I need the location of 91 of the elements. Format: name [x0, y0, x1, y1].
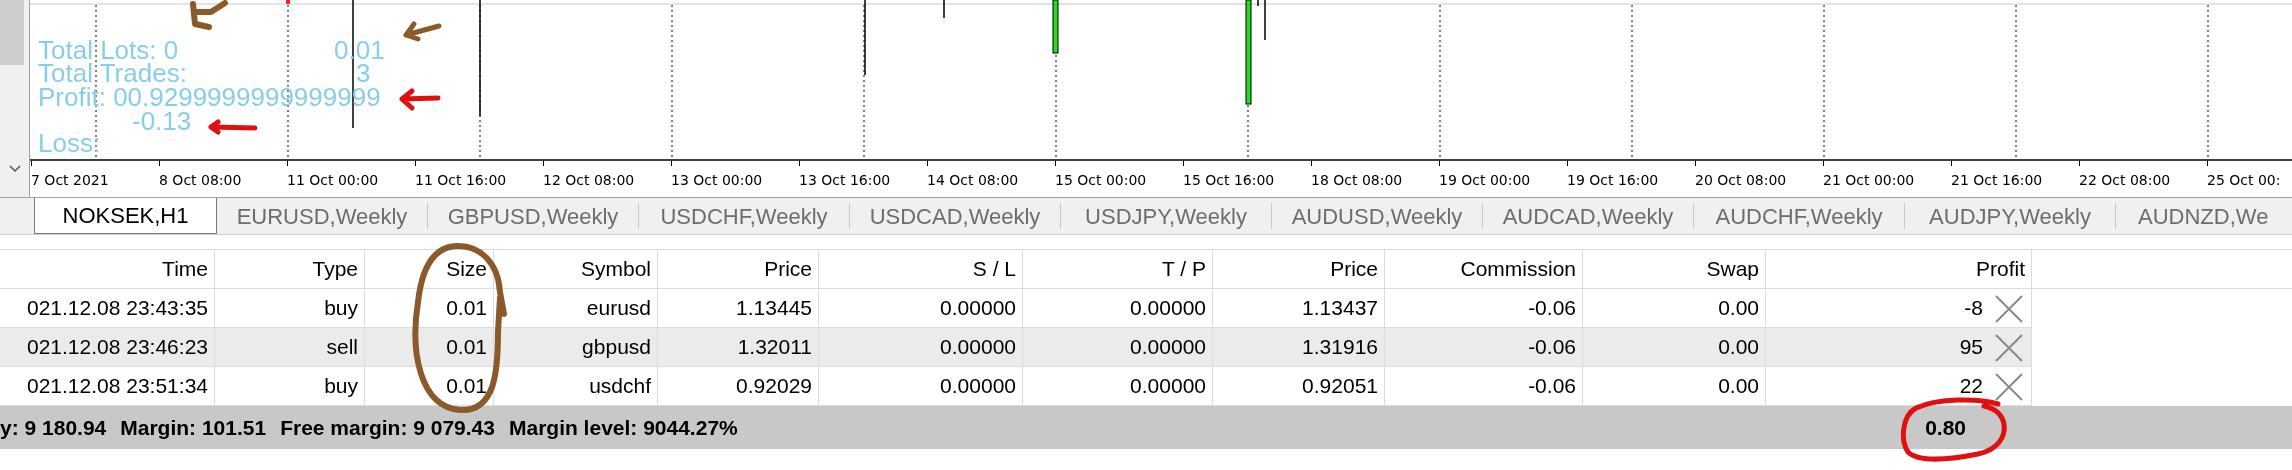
- table-cell: 0.00000: [1023, 367, 1213, 406]
- total-trades-label: Total Trades:: [38, 61, 187, 85]
- table-cell: 0.01: [365, 328, 494, 367]
- time-axis-label: 13 Oct 00:00: [671, 172, 763, 188]
- account-summary-item: Margin: 101.51: [120, 414, 267, 441]
- table-cell: buy: [215, 367, 365, 406]
- column-header[interactable]: Size: [365, 250, 494, 288]
- table-cell: 0.00000: [1023, 328, 1213, 367]
- table-cell: 0.00: [1583, 328, 1766, 367]
- annotation-arrow: [205, 119, 259, 135]
- table-cell: eurusd: [494, 289, 658, 328]
- chart-tab[interactable]: AUDNZD,We: [2116, 203, 2292, 229]
- loss-value: -0.13: [132, 109, 192, 133]
- time-axis-label: 14 Oct 08:00: [927, 172, 1019, 188]
- time-axis-label: 21 Oct 16:00: [1951, 172, 2043, 188]
- close-icon[interactable]: [1994, 372, 2024, 402]
- chart-tab[interactable]: USDJPY,Weekly: [1061, 203, 1272, 229]
- time-axis-label: 13 Oct 16:00: [799, 172, 891, 188]
- time-axis-label: 7 Oct 2021: [31, 172, 109, 188]
- table-cell: 021.12.08 23:46:23: [0, 328, 215, 367]
- column-header[interactable]: Symbol: [494, 250, 658, 288]
- column-header[interactable]: Time: [0, 250, 215, 288]
- chart-tab[interactable]: AUDJPY,Weekly: [1905, 203, 2116, 229]
- total-lots-label: Total Lots: 0: [38, 38, 179, 62]
- time-axis-label: 19 Oct 16:00: [1567, 172, 1659, 188]
- column-header[interactable]: Profit: [1766, 250, 2032, 288]
- total-profit: 0.80: [1925, 414, 1966, 441]
- account-summary-item: Margin level: 9044.27%: [508, 414, 738, 441]
- chart-tab[interactable]: EURUSD,Weekly: [217, 203, 428, 229]
- table-cell: 1.31916: [1213, 328, 1385, 367]
- account-summary-item: y: 9 180.94: [0, 414, 107, 441]
- table-cell: 1.13445: [658, 289, 819, 328]
- time-axis-label: 22 Oct 08:00: [2079, 172, 2171, 188]
- table-cell: 0.00000: [819, 289, 1023, 328]
- table-cell: -0.06: [1385, 328, 1583, 367]
- time-axis-label: 19 Oct 00:00: [1439, 172, 1531, 188]
- column-header[interactable]: Commission: [1385, 250, 1583, 288]
- column-header[interactable]: Type: [215, 250, 365, 288]
- loss-label: Loss:: [38, 131, 101, 155]
- table-cell: 0.01: [365, 289, 494, 328]
- table-cell: 0.00000: [819, 328, 1023, 367]
- column-header[interactable]: Price: [1213, 250, 1385, 288]
- chart-tab[interactable]: AUDCAD,Weekly: [1483, 203, 1694, 229]
- table-cell: sell: [215, 328, 365, 367]
- time-axis-label: 11 Oct 16:00: [415, 172, 507, 188]
- chart-tab[interactable]: AUDUSD,Weekly: [1272, 203, 1483, 229]
- table-cell: -8: [1766, 289, 2032, 328]
- table-cell: 1.32011: [658, 328, 819, 367]
- scrollbar-thumb[interactable]: [0, 0, 24, 65]
- table-cell: -0.06: [1385, 289, 1583, 328]
- table-cell: 0.00: [1583, 367, 1766, 406]
- time-axis-label: 12 Oct 08:00: [543, 172, 635, 188]
- table-cell: usdchf: [494, 367, 658, 406]
- table-cell: 021.12.08 23:43:35: [0, 289, 215, 328]
- chart-tab[interactable]: USDCAD,Weekly: [850, 203, 1061, 229]
- chart-tab[interactable]: GBPUSD,Weekly: [428, 203, 639, 229]
- time-axis-label: 8 Oct 08:00: [159, 172, 242, 188]
- table-cell: buy: [215, 289, 365, 328]
- table-cell: 0.00000: [819, 367, 1023, 406]
- time-axis-label: 25 Oct 00:: [2207, 172, 2281, 188]
- time-axis-label: 21 Oct 00:00: [1823, 172, 1915, 188]
- time-axis-label: 15 Oct 00:00: [1055, 172, 1147, 188]
- table-cell: -0.06: [1385, 367, 1583, 406]
- chart-tab[interactable]: NOKSEK,H1: [34, 198, 217, 234]
- column-header[interactable]: S / L: [819, 250, 1023, 288]
- annotation-arrow: [400, 18, 442, 42]
- column-header[interactable]: Price: [658, 250, 819, 288]
- table-cell: 0.00: [1583, 289, 1766, 328]
- total-trades-value: 3: [356, 61, 371, 85]
- chevron-down-icon[interactable]: [8, 165, 21, 173]
- column-header[interactable]: T / P: [1023, 250, 1213, 288]
- table-cell: 0.92029: [658, 367, 819, 406]
- column-header[interactable]: Swap: [1583, 250, 1766, 288]
- time-axis-label: 20 Oct 08:00: [1695, 172, 1787, 188]
- table-cell: 0.01: [365, 367, 494, 406]
- table-cell: 021.12.08 23:51:34: [0, 367, 215, 406]
- chart-tab[interactable]: AUDCHF,Weekly: [1694, 203, 1905, 229]
- time-axis-label: 15 Oct 16:00: [1183, 172, 1275, 188]
- time-axis-label: 11 Oct 00:00: [287, 172, 379, 188]
- close-icon[interactable]: [1994, 333, 2024, 363]
- table-cell: gbpusd: [494, 328, 658, 367]
- table-cell: 1.13437: [1213, 289, 1385, 328]
- annotation-arrow: [396, 88, 442, 112]
- chart-tab[interactable]: USDCHF,Weekly: [639, 203, 850, 229]
- table-cell: 95: [1766, 328, 2032, 367]
- table-cell: 0.92051: [1213, 367, 1385, 406]
- table-cell: 0.00000: [1023, 289, 1213, 328]
- table-cell: 22: [1766, 367, 2032, 406]
- account-summary-item: Free margin: 9 079.43: [280, 414, 495, 441]
- time-axis-label: 18 Oct 08:00: [1311, 172, 1403, 188]
- close-icon[interactable]: [1994, 294, 2024, 324]
